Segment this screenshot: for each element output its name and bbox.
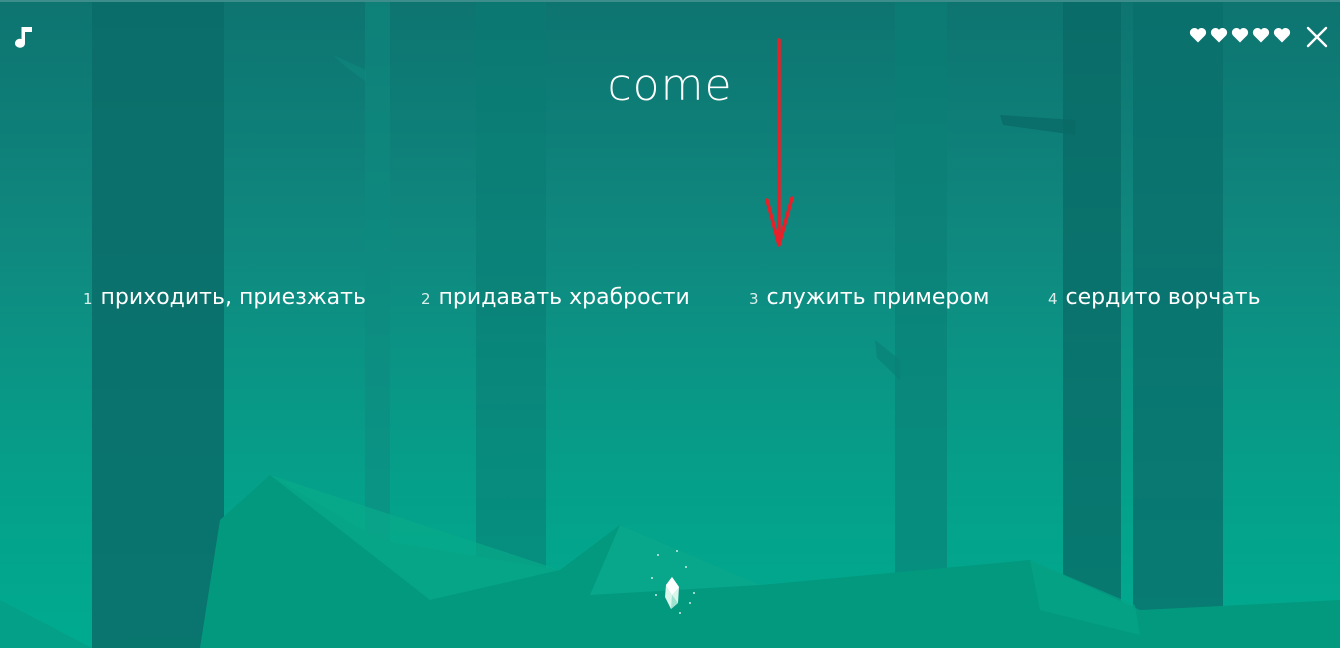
option-number: 3 bbox=[749, 290, 759, 308]
lives-indicator bbox=[1189, 26, 1291, 46]
tree-trunk bbox=[1133, 0, 1223, 648]
tree-trunk bbox=[895, 0, 947, 648]
top-edge-line bbox=[0, 0, 1340, 2]
answer-option-2[interactable]: 2 придавать храбрости bbox=[421, 285, 690, 319]
option-number: 4 bbox=[1048, 290, 1058, 308]
tree-branch bbox=[333, 55, 366, 82]
answer-option-1[interactable]: 1 приходить, приезжать bbox=[83, 285, 366, 319]
option-label: служить примером bbox=[766, 285, 990, 310]
tree-trunk bbox=[1063, 0, 1121, 648]
red-arrow-annotation bbox=[765, 38, 794, 247]
hill bbox=[0, 600, 92, 648]
option-number: 1 bbox=[83, 290, 93, 308]
option-label: сердито ворчать bbox=[1065, 285, 1261, 310]
heart-icon bbox=[1252, 28, 1270, 43]
close-icon[interactable] bbox=[1305, 25, 1329, 49]
music-note-icon[interactable] bbox=[12, 24, 38, 52]
option-number: 2 bbox=[421, 290, 431, 308]
heart-icon bbox=[1231, 28, 1249, 43]
answer-option-3[interactable]: 3 служить примером bbox=[749, 285, 989, 319]
quiz-word: come bbox=[607, 60, 733, 111]
answer-option-4[interactable]: 4 сердито ворчать bbox=[1048, 285, 1261, 319]
option-label: приходить, приезжать bbox=[100, 285, 366, 310]
heart-icon bbox=[1189, 28, 1207, 43]
heart-icon bbox=[1273, 28, 1291, 43]
tree-trunk bbox=[92, 0, 224, 648]
crystal-icon bbox=[651, 550, 695, 614]
heart-icon bbox=[1210, 28, 1228, 43]
game-stage: come 1 приходить, приезжать 2 придавать … bbox=[0, 0, 1340, 648]
option-label: придавать храбрости bbox=[438, 285, 690, 310]
